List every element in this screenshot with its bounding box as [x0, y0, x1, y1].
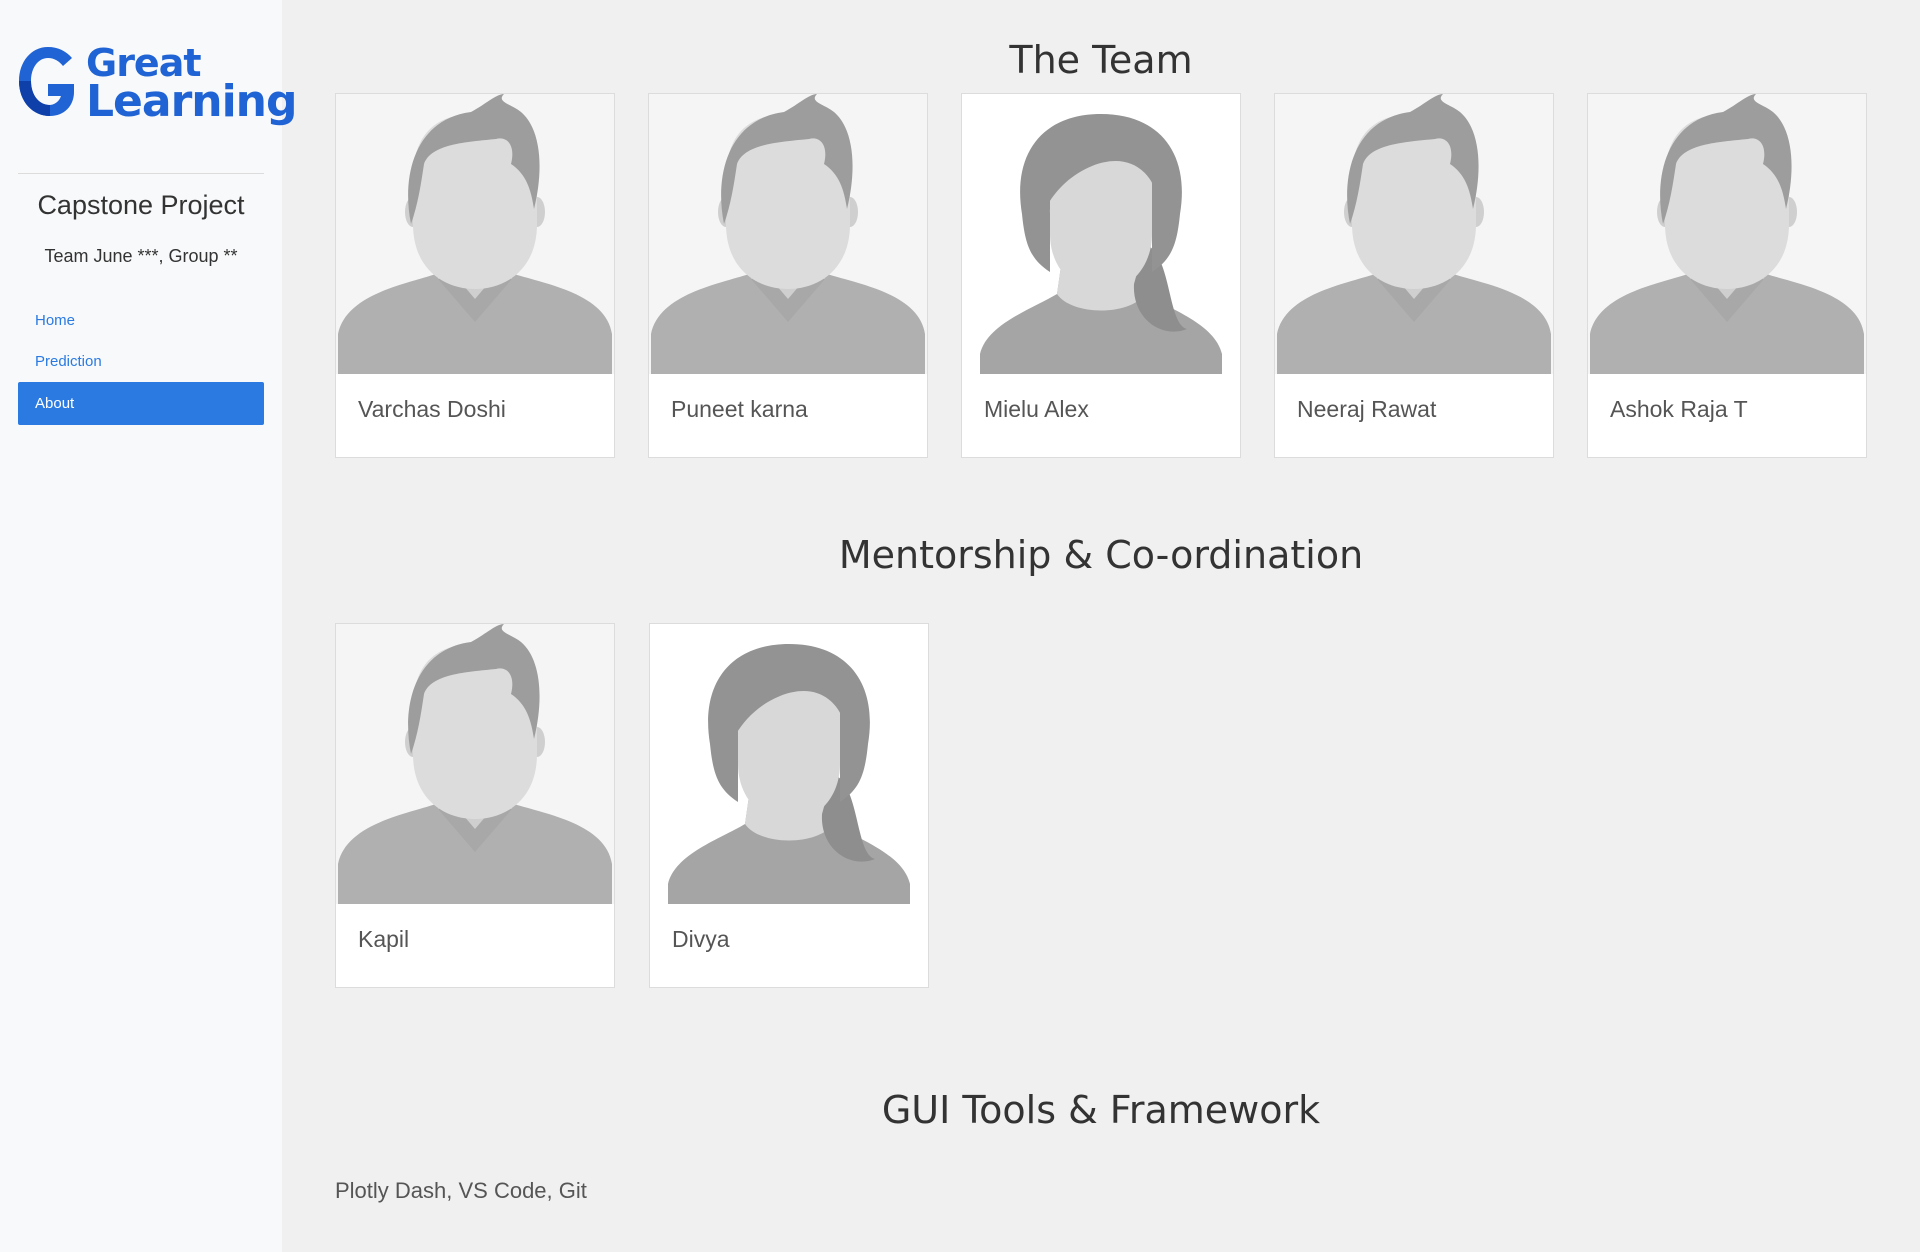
- mentors-section-title: Mentorship & Co-ordination: [838, 533, 1364, 577]
- member-name: Varchas Doshi: [358, 396, 506, 422]
- project-subtitle: Team June ***, Group **: [44, 246, 238, 266]
- nav-item-about[interactable]: About: [18, 382, 264, 425]
- tools-section-title: GUI Tools & Framework: [881, 1088, 1321, 1132]
- nav-item-prediction[interactable]: Prediction: [18, 341, 264, 382]
- team-card: Varchas Doshi: [335, 93, 615, 458]
- male-avatar-icon: [1588, 94, 1866, 374]
- main-content: The Team Varchas Doshi Puneet karna Miel…: [282, 0, 1920, 1252]
- member-name: Mielu Alex: [984, 396, 1089, 422]
- great-learning-logo[interactable]: Great Learning: [16, 44, 297, 124]
- mentor-card: Kapil: [335, 623, 615, 988]
- male-avatar-icon: [336, 624, 614, 904]
- logo-text-learning: Learning: [86, 76, 297, 127]
- sidebar-nav: Home Prediction About: [18, 300, 264, 425]
- mentor-card: Divya: [649, 623, 929, 988]
- male-avatar-icon: [336, 94, 614, 374]
- female-avatar-icon: [650, 624, 928, 904]
- female-avatar-icon: [962, 94, 1240, 374]
- g-logo-icon: [19, 47, 74, 116]
- mentor-name: Kapil: [358, 926, 410, 952]
- member-name: Puneet karna: [671, 396, 808, 422]
- project-title: Capstone Project: [37, 190, 245, 220]
- sidebar: Great Learning Capstone Project Team Jun…: [0, 0, 297, 1252]
- team-card: Ashok Raja T: [1587, 93, 1867, 458]
- male-avatar-icon: [649, 94, 927, 374]
- member-name: Ashok Raja T: [1610, 396, 1748, 422]
- tools-list: Plotly Dash, VS Code, Git: [335, 1178, 587, 1203]
- mentor-name: Divya: [672, 926, 730, 952]
- sidebar-divider: [18, 173, 264, 174]
- team-section-title: The Team: [1009, 38, 1193, 82]
- male-avatar-icon: [1275, 94, 1553, 374]
- team-card: Neeraj Rawat: [1274, 93, 1554, 458]
- nav-item-home[interactable]: Home: [18, 300, 264, 341]
- team-card: Mielu Alex: [961, 93, 1241, 458]
- member-name: Neeraj Rawat: [1297, 396, 1437, 422]
- team-card: Puneet karna: [648, 93, 928, 458]
